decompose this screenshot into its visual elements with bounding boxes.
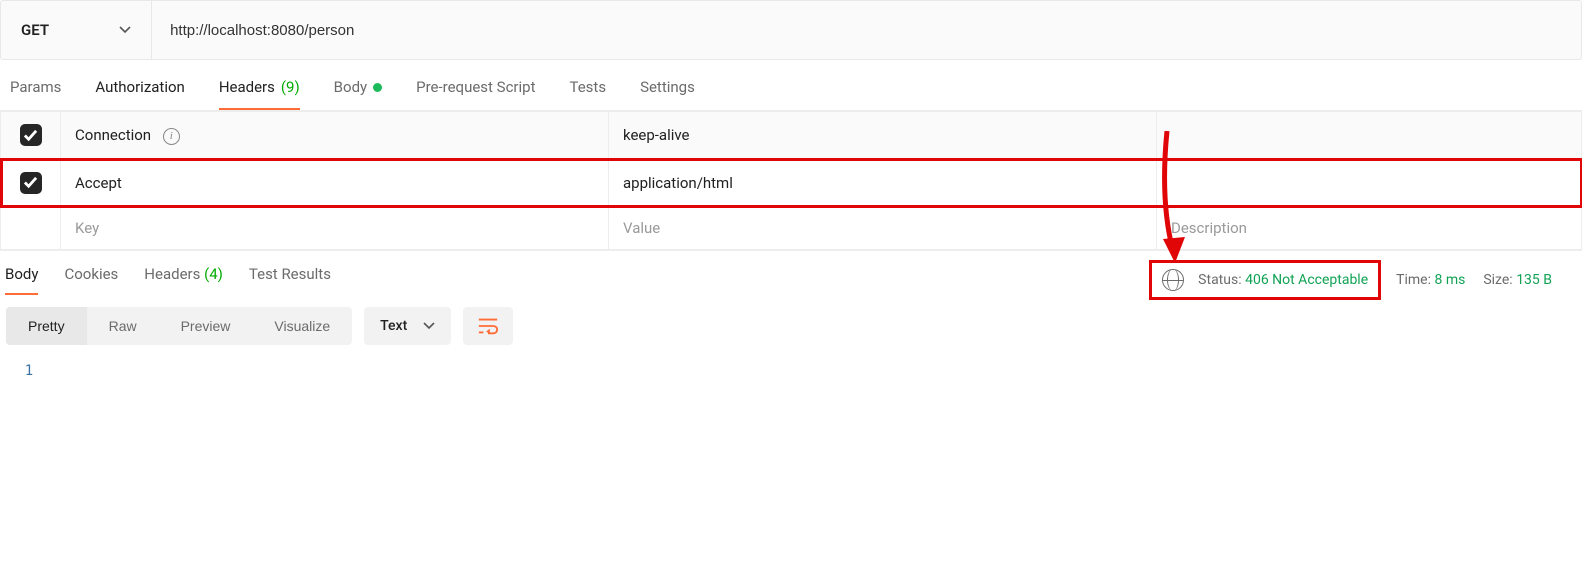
- tab-prerequest[interactable]: Pre-request Script: [416, 78, 535, 110]
- header-description-placeholder[interactable]: Description: [1157, 207, 1582, 250]
- tab-tests[interactable]: Tests: [569, 78, 606, 110]
- response-bar: Body Cookies Headers (4) Test Results St…: [0, 250, 1582, 297]
- header-key: Connection: [75, 126, 151, 144]
- view-pretty-button[interactable]: Pretty: [6, 307, 87, 345]
- response-tab-headers[interactable]: Headers (4): [144, 265, 223, 295]
- view-mode-toggle: Pretty Raw Preview Visualize: [6, 307, 352, 345]
- table-row: Accept application/html: [1, 159, 1582, 207]
- time-pair[interactable]: Time: 8 ms: [1396, 272, 1465, 288]
- tab-headers-count: (9): [281, 78, 300, 96]
- header-key-cell[interactable]: Accept: [61, 159, 609, 207]
- tab-headers[interactable]: Headers (9): [219, 78, 300, 110]
- request-tabs: Params Authorization Headers (9) Body Pr…: [0, 60, 1582, 111]
- tab-authorization[interactable]: Authorization: [95, 78, 184, 110]
- view-visualize-button[interactable]: Visualize: [252, 307, 352, 345]
- wrap-lines-button[interactable]: [463, 307, 513, 345]
- info-icon[interactable]: i: [163, 128, 180, 145]
- view-raw-button[interactable]: Raw: [87, 307, 159, 345]
- checkbox-checked-icon: [20, 124, 42, 146]
- url-input[interactable]: [152, 1, 1581, 59]
- checkbox-checked-icon: [20, 172, 42, 194]
- tab-settings[interactable]: Settings: [640, 78, 695, 110]
- status-value: 406 Not Acceptable: [1245, 272, 1368, 288]
- header-description-cell[interactable]: [1157, 112, 1582, 160]
- request-url-bar: GET: [0, 0, 1582, 60]
- http-method-label: GET: [21, 21, 49, 39]
- header-value-placeholder[interactable]: Value: [609, 207, 1157, 250]
- size-value: 135 B: [1516, 272, 1552, 288]
- tab-body[interactable]: Body: [334, 78, 382, 110]
- tab-params[interactable]: Params: [10, 78, 61, 110]
- status-pair[interactable]: Status: 406 Not Acceptable: [1198, 272, 1368, 288]
- size-pair[interactable]: Size: 135 B: [1483, 272, 1552, 288]
- status-label: Status:: [1198, 272, 1241, 288]
- response-tab-headers-count: (4): [204, 265, 223, 283]
- line-number: 1: [14, 363, 44, 379]
- response-body[interactable]: 1: [0, 355, 1582, 387]
- response-format-select[interactable]: Text: [364, 307, 451, 345]
- header-value-cell[interactable]: application/html: [609, 159, 1157, 207]
- header-checkbox-cell[interactable]: [1, 207, 61, 250]
- wrap-lines-icon: [477, 316, 499, 336]
- time-value: 8 ms: [1434, 272, 1465, 288]
- header-key-cell[interactable]: Connection i: [61, 112, 609, 160]
- response-view-bar: Pretty Raw Preview Visualize Text: [0, 297, 1582, 355]
- http-method-select[interactable]: GET: [1, 1, 152, 59]
- tab-headers-label: Headers: [219, 78, 275, 96]
- response-tab-testresults[interactable]: Test Results: [249, 265, 331, 295]
- table-row: Key Value Description: [1, 207, 1582, 250]
- headers-table: Connection i keep-alive Accept applicati…: [0, 111, 1582, 250]
- chevron-down-icon: [119, 24, 131, 36]
- response-tab-headers-label: Headers: [144, 265, 200, 283]
- response-status-area: Status: 406 Not Acceptable Time: 8 ms Si…: [1152, 263, 1572, 297]
- size-label: Size:: [1483, 272, 1512, 288]
- time-label: Time:: [1396, 272, 1431, 288]
- tab-body-label: Body: [334, 78, 367, 96]
- body-changed-dot-icon: [373, 83, 382, 92]
- format-label: Text: [380, 318, 407, 334]
- response-tab-body[interactable]: Body: [5, 265, 38, 295]
- chevron-down-icon: [423, 320, 435, 332]
- header-description-cell[interactable]: [1157, 159, 1582, 207]
- globe-icon[interactable]: [1162, 269, 1184, 291]
- status-highlight-box: Status: 406 Not Acceptable: [1152, 263, 1378, 297]
- response-tab-cookies[interactable]: Cookies: [64, 265, 118, 295]
- header-key-placeholder[interactable]: Key: [61, 207, 609, 250]
- view-preview-button[interactable]: Preview: [159, 307, 253, 345]
- response-tabs: Body Cookies Headers (4) Test Results: [5, 265, 331, 295]
- header-checkbox-cell[interactable]: [1, 159, 61, 207]
- table-row: Connection i keep-alive: [1, 112, 1582, 160]
- header-value-cell[interactable]: keep-alive: [609, 112, 1157, 160]
- header-checkbox-cell[interactable]: [1, 112, 61, 160]
